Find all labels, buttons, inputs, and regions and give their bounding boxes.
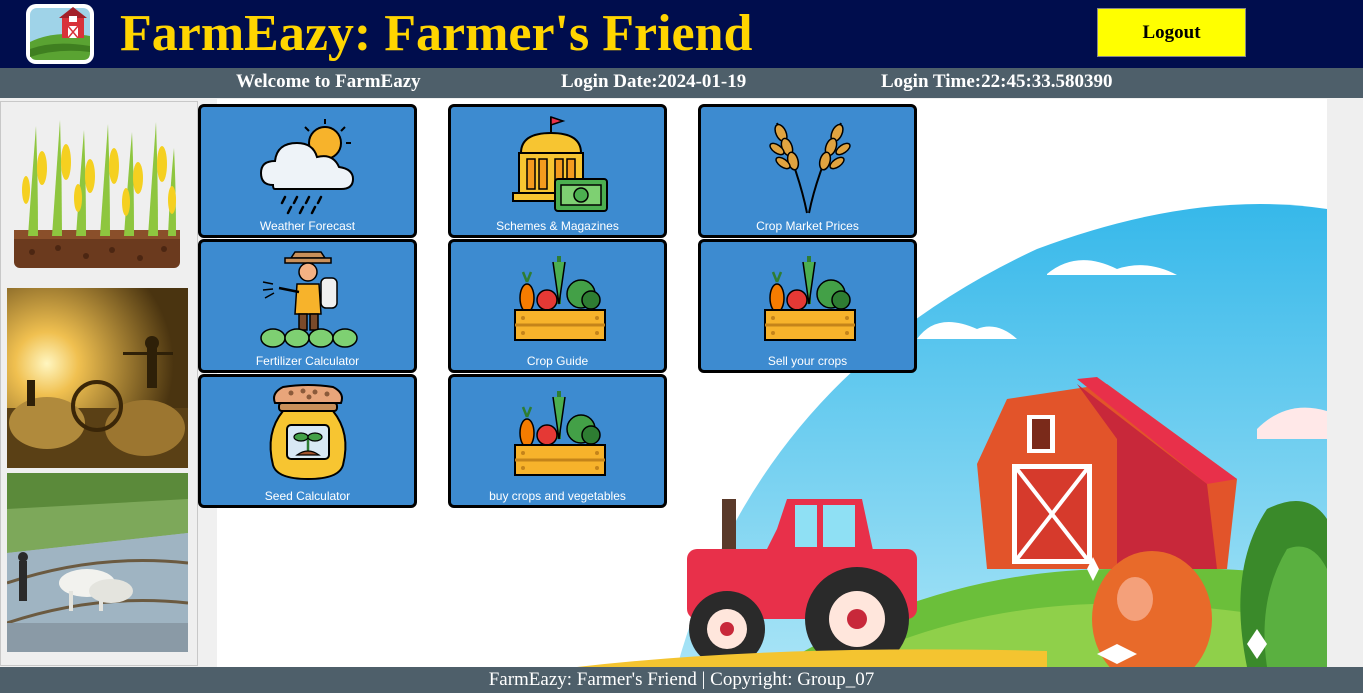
tile-label: Weather Forecast: [259, 219, 356, 233]
sell-your-crops-tile[interactable]: Sell your crops: [698, 239, 917, 373]
fertilizer-calculator-tile[interactable]: Fertilizer Calculator: [198, 239, 417, 373]
app-title: FarmEazy: Farmer's Friend: [120, 5, 753, 62]
schemes-magazines-tile[interactable]: Schemes & Magazines: [448, 104, 667, 238]
app-header: FarmEazy: Farmer's Friend Logout: [0, 0, 1363, 68]
corn-plants-image: [14, 120, 180, 268]
tile-label: Fertilizer Calculator: [255, 354, 360, 368]
vegetable-crate-icon: [513, 256, 606, 341]
seed-bag-icon: [269, 384, 346, 481]
right-margin: [1327, 99, 1363, 667]
login-date: Login Date:2024-01-19: [561, 71, 747, 92]
sidebar: [0, 101, 198, 666]
welcome-text: Welcome to FarmEazy: [236, 71, 421, 92]
ox-plough-field-image: [7, 473, 188, 652]
weather-icon: [259, 119, 354, 215]
vegetable-crate-icon: [513, 391, 606, 476]
logout-button[interactable]: Logout: [1097, 8, 1246, 57]
crop-guide-tile[interactable]: Crop Guide: [448, 239, 667, 373]
crop-market-prices-tile[interactable]: Crop Market Prices: [698, 104, 917, 238]
tile-label: Crop Guide: [526, 354, 589, 368]
harvest-sunset-image: [7, 288, 188, 468]
tile-label: Crop Market Prices: [756, 219, 859, 233]
bank-money-icon: [511, 115, 608, 212]
weather-forecast-tile[interactable]: Weather Forecast: [198, 104, 417, 238]
tile-label: Seed Calculator: [264, 489, 351, 503]
session-info-bar: Welcome to FarmEazy Login Date:2024-01-1…: [0, 68, 1363, 98]
wheat-icon: [768, 122, 851, 214]
buy-crops-vegetables-tile[interactable]: buy crops and vegetables: [448, 374, 667, 508]
login-time: Login Time:22:45:33.580390: [881, 71, 1113, 92]
farm-barn-logo-icon: [26, 4, 94, 64]
tile-label: Schemes & Magazines: [496, 219, 619, 233]
seed-calculator-tile[interactable]: Seed Calculator: [198, 374, 417, 508]
tile-label: buy crops and vegetables: [489, 489, 626, 503]
tile-label: Sell your crops: [767, 354, 848, 368]
footer: FarmEazy: Farmer's Friend | Copyright: G…: [0, 667, 1363, 693]
vegetable-crate-icon: [763, 256, 856, 341]
farmer-sprayer-icon: [259, 251, 358, 348]
